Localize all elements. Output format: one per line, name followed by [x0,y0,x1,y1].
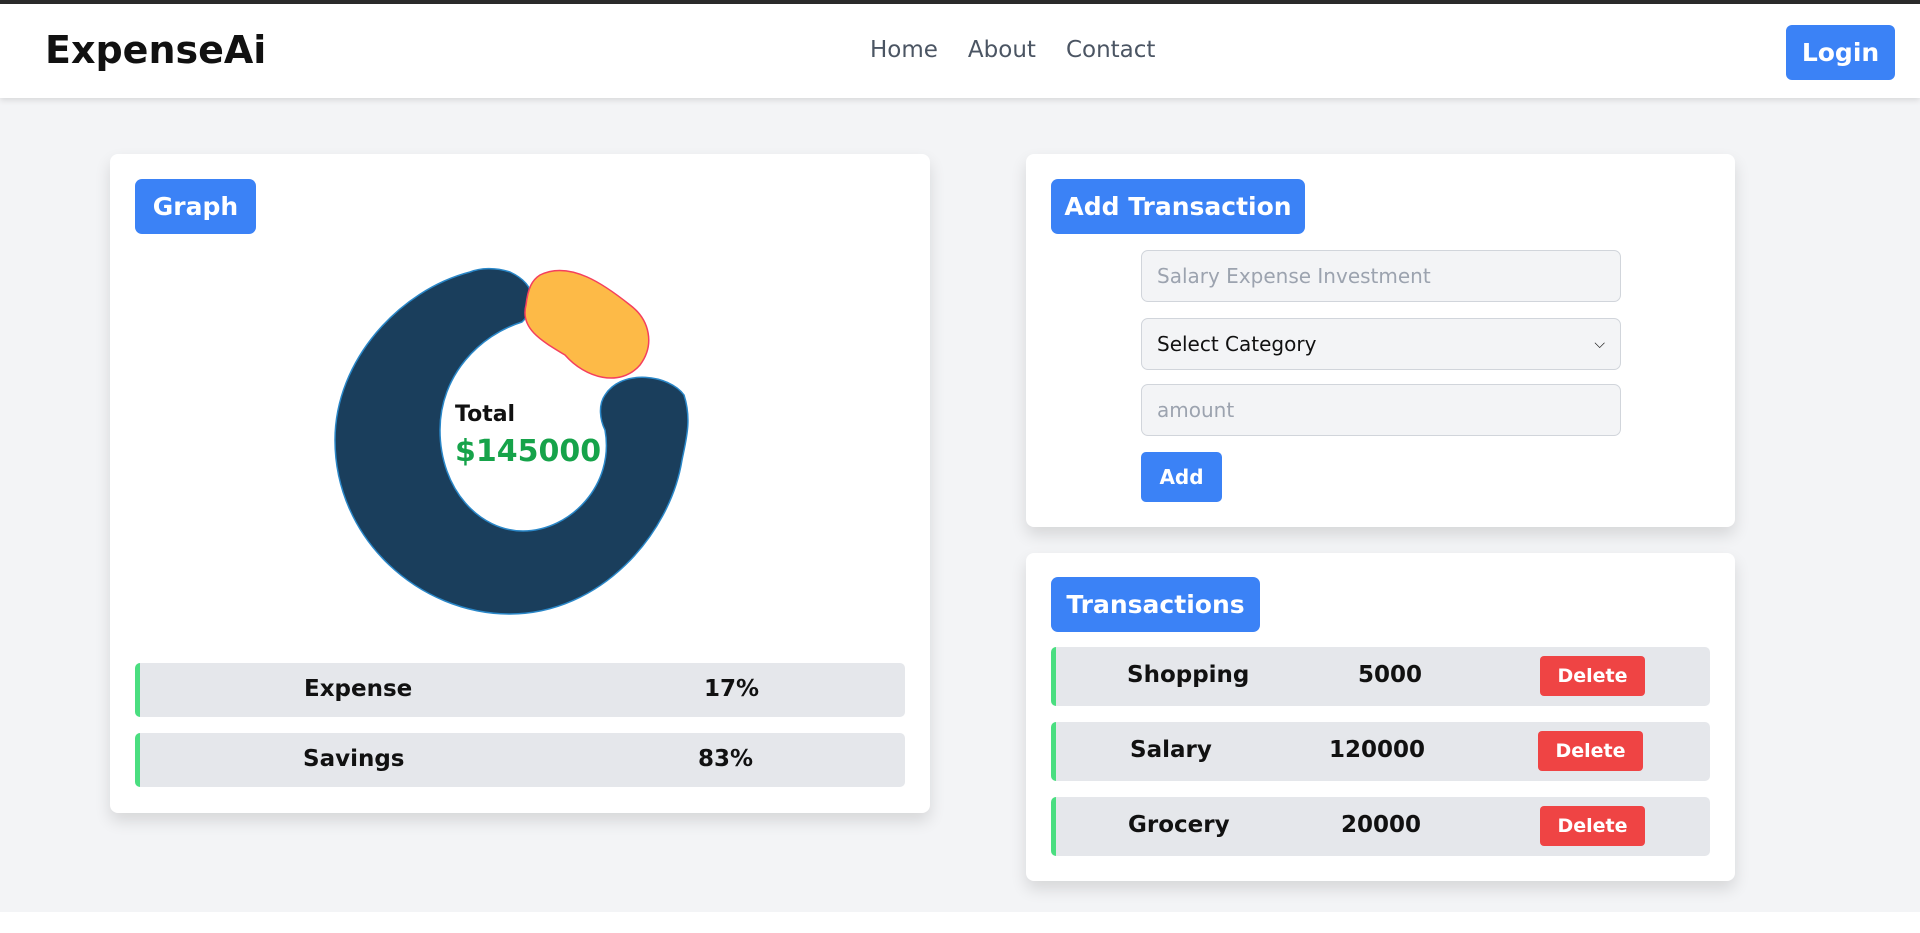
add-transaction-badge: Add Transaction [1051,179,1305,234]
navbar: ExpenseAi Home About Contact Login [0,4,1920,98]
transaction-name: Salary [1130,737,1212,763]
graph-badge: Graph [135,179,256,234]
delete-button[interactable]: Delete [1540,806,1645,846]
stat-percentage: 83% [698,746,754,772]
login-button[interactable]: Login [1786,25,1895,80]
transaction-row: Salary 120000 Delete [1051,722,1710,781]
transaction-amount: 120000 [1329,737,1426,763]
add-transaction-card: Add Transaction Select Category ⌵ Add [1026,154,1735,527]
category-select-value: Select Category [1157,332,1317,356]
stat-row-expense: Expense 17% [135,663,905,717]
transaction-name: Shopping [1127,662,1250,688]
expense-slice[interactable] [524,269,650,379]
total-label: Total [455,402,516,427]
transaction-row: Shopping 5000 Delete [1051,647,1710,706]
stat-name: Savings [303,746,405,772]
nav-link-contact[interactable]: Contact [1066,37,1155,63]
delete-button[interactable]: Delete [1540,656,1645,696]
nav-links: Home About Contact [870,37,1155,63]
transactions-badge: Transactions [1051,577,1260,632]
nav-link-home[interactable]: Home [870,37,938,63]
transactions-card: Transactions Shopping 5000 Delete Salary… [1026,553,1735,881]
stat-percentage: 17% [704,676,760,702]
chevron-down-icon: ⌵ [1594,336,1605,352]
total-value: $145000 [455,434,602,469]
transaction-amount: 5000 [1358,662,1423,688]
transaction-amount: 20000 [1341,812,1422,838]
stat-row-savings: Savings 83% [135,733,905,787]
amount-input[interactable] [1141,384,1621,436]
brand-logo[interactable]: ExpenseAi [45,28,266,72]
delete-button[interactable]: Delete [1538,731,1643,771]
description-input[interactable] [1141,250,1621,302]
transaction-row: Grocery 20000 Delete [1051,797,1710,856]
stat-name: Expense [304,676,413,702]
add-button[interactable]: Add [1141,452,1222,502]
nav-link-about[interactable]: About [968,37,1036,63]
category-select[interactable]: Select Category ⌵ [1141,318,1621,370]
transaction-name: Grocery [1128,812,1230,838]
graph-card: Graph Total $145000 Expense 17% Savings … [110,154,930,813]
